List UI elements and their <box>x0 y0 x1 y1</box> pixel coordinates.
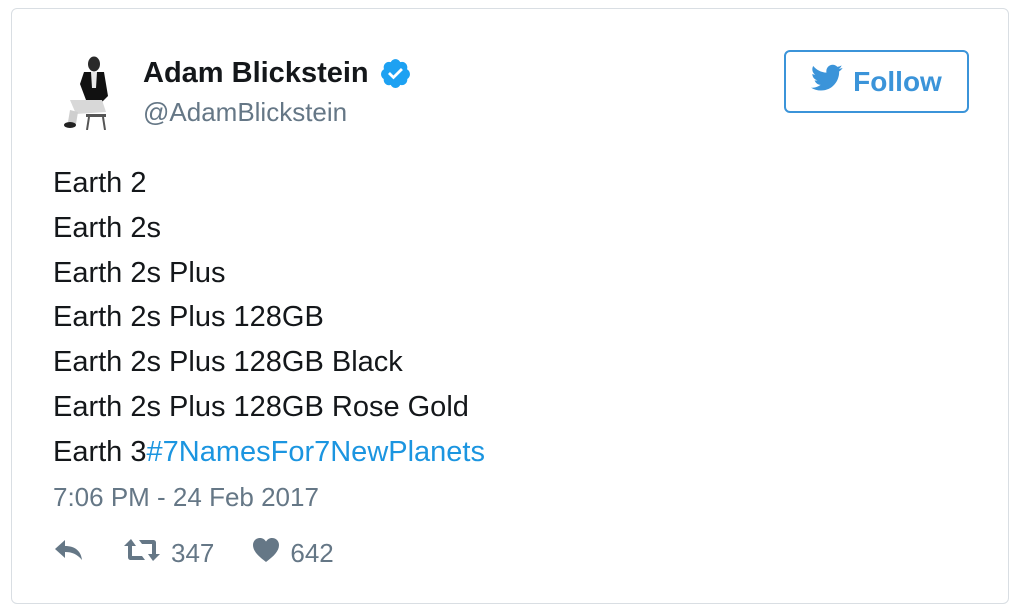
reply-button[interactable] <box>53 537 85 570</box>
retweet-button[interactable]: 347 <box>123 537 214 570</box>
like-button[interactable]: 642 <box>252 537 334 570</box>
hashtag-link[interactable]: #7NamesFor7NewPlanets <box>147 436 485 468</box>
tweet-line: Earth 2s Plus 128GB Rose Gold <box>53 390 469 423</box>
author-handle[interactable]: @AdamBlickstein <box>143 97 347 128</box>
author-name-row[interactable]: Adam Blickstein <box>143 57 412 90</box>
tweet-actions: 347 642 <box>53 537 334 570</box>
tweet-line: Earth 2s Plus <box>53 256 226 289</box>
reply-icon <box>53 537 85 570</box>
tweet-line: Earth 2s <box>53 211 161 244</box>
retweet-icon <box>123 537 161 570</box>
tweet-timestamp[interactable]: 7:06 PM - 24 Feb 2017 <box>53 482 319 513</box>
tweet-line: Earth 2s Plus 128GB <box>53 301 324 334</box>
like-count: 642 <box>290 538 334 568</box>
verified-badge-icon <box>379 57 412 90</box>
author-name[interactable]: Adam Blickstein <box>143 57 369 90</box>
heart-icon <box>252 537 280 570</box>
follow-button[interactable]: Follow <box>784 50 969 113</box>
tweet-line-text: Earth 3 <box>53 435 147 468</box>
avatar[interactable] <box>56 54 118 131</box>
tweet-card: Adam Blickstein @AdamBlickstein Follow E… <box>11 8 1009 604</box>
tweet-line-last: Earth 3#7NamesFor7NewPlanets <box>53 430 485 475</box>
twitter-bird-icon <box>811 64 843 99</box>
tweet-line: Earth 2 <box>53 167 147 199</box>
tweet-text: Earth 2 Earth 2s Earth 2s Plus Earth 2s … <box>53 161 485 475</box>
retweet-count: 347 <box>171 538 215 568</box>
follow-label: Follow <box>853 65 942 97</box>
tweet-line: Earth 2s Plus 128GB Black <box>53 346 403 379</box>
